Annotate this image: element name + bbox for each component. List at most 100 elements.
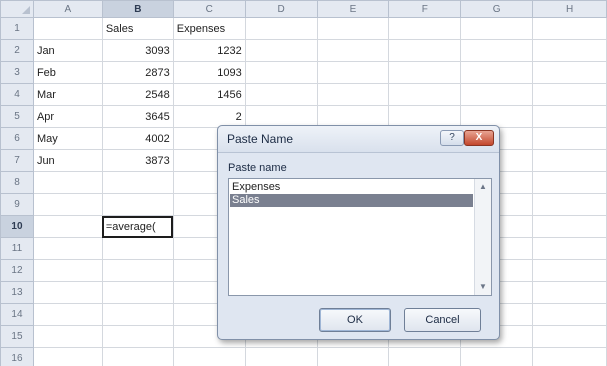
- cell-empty[interactable]: [532, 215, 607, 238]
- cell-a[interactable]: [32, 325, 103, 348]
- cell-a[interactable]: [32, 193, 103, 216]
- cell-a[interactable]: [32, 237, 103, 260]
- cell-empty[interactable]: [532, 83, 607, 106]
- list-item-expenses[interactable]: Expenses: [230, 181, 473, 194]
- cell-empty[interactable]: [244, 83, 318, 106]
- cell-a[interactable]: Feb: [32, 61, 103, 84]
- row-header[interactable]: 13: [0, 281, 34, 304]
- cell-empty[interactable]: [244, 347, 318, 366]
- cell-empty[interactable]: [244, 17, 318, 40]
- cell-b[interactable]: [101, 193, 174, 216]
- row-header[interactable]: 3: [0, 61, 34, 84]
- cell-a[interactable]: [32, 215, 103, 238]
- cell-empty[interactable]: [532, 347, 607, 366]
- row-header[interactable]: 5: [0, 105, 34, 128]
- cell-b[interactable]: 4002: [101, 127, 174, 150]
- row-header[interactable]: 6: [0, 127, 34, 150]
- cell-a[interactable]: [32, 259, 103, 282]
- cell-empty[interactable]: [460, 61, 534, 84]
- list-scrollbar[interactable]: ▲ ▼: [474, 179, 491, 295]
- cell-b[interactable]: [101, 303, 174, 326]
- cell-b[interactable]: 2548: [101, 83, 174, 106]
- cell-a[interactable]: [32, 17, 103, 40]
- row-header[interactable]: 15: [0, 325, 34, 348]
- cell-a[interactable]: Mar: [32, 83, 103, 106]
- cell-empty[interactable]: [460, 17, 534, 40]
- row-header[interactable]: 12: [0, 259, 34, 282]
- cell-empty[interactable]: [532, 17, 607, 40]
- row-header[interactable]: 9: [0, 193, 34, 216]
- cell-empty[interactable]: [388, 17, 462, 40]
- cell-empty[interactable]: [460, 83, 534, 106]
- row-header[interactable]: 1: [0, 17, 34, 40]
- name-listbox[interactable]: Expenses Sales ▲ ▼: [228, 178, 492, 296]
- close-button[interactable]: X: [464, 130, 494, 146]
- row-header[interactable]: 8: [0, 171, 34, 194]
- row-header[interactable]: 7: [0, 149, 34, 172]
- cell-a[interactable]: [32, 303, 103, 326]
- cell-empty[interactable]: [244, 61, 318, 84]
- cell-empty[interactable]: [388, 61, 462, 84]
- cell-empty[interactable]: [316, 61, 390, 84]
- cell-b[interactable]: [101, 171, 174, 194]
- cell-empty[interactable]: [532, 149, 607, 172]
- cell-a[interactable]: Jun: [32, 149, 103, 172]
- cell-empty[interactable]: [388, 39, 462, 62]
- row-header[interactable]: 14: [0, 303, 34, 326]
- column-header-g[interactable]: G: [460, 0, 534, 18]
- row-header[interactable]: 10: [0, 215, 34, 238]
- select-all-button[interactable]: [0, 0, 34, 18]
- dialog-titlebar[interactable]: Paste Name ? X: [218, 126, 499, 153]
- cell-empty[interactable]: [316, 39, 390, 62]
- row-header[interactable]: 2: [0, 39, 34, 62]
- cell-b[interactable]: 3645: [101, 105, 174, 128]
- cell-empty[interactable]: [532, 193, 607, 216]
- row-header[interactable]: 4: [0, 83, 34, 106]
- cell-empty[interactable]: [460, 347, 534, 366]
- cell-empty[interactable]: [532, 39, 607, 62]
- column-header-f[interactable]: F: [388, 0, 462, 18]
- cell-b[interactable]: Sales: [101, 17, 174, 40]
- column-header-a[interactable]: A: [32, 0, 103, 18]
- cell-empty[interactable]: [388, 83, 462, 106]
- cell-b[interactable]: 2873: [101, 61, 174, 84]
- cell-empty[interactable]: [388, 347, 462, 366]
- cell-c[interactable]: [172, 347, 246, 366]
- cell-empty[interactable]: [316, 17, 390, 40]
- cell-empty[interactable]: [532, 281, 607, 304]
- column-header-h[interactable]: H: [532, 0, 607, 18]
- cancel-button[interactable]: Cancel: [404, 308, 481, 332]
- scroll-down-icon[interactable]: ▼: [475, 279, 491, 295]
- cell-b[interactable]: [101, 259, 174, 282]
- cell-empty[interactable]: [532, 237, 607, 260]
- cell-c[interactable]: 1093: [172, 61, 246, 84]
- cell-a[interactable]: [32, 281, 103, 304]
- column-header-c[interactable]: C: [172, 0, 246, 18]
- cell-a[interactable]: [32, 347, 103, 366]
- cell-empty[interactable]: [532, 325, 607, 348]
- cell-empty[interactable]: [316, 347, 390, 366]
- cell-a[interactable]: Apr: [32, 105, 103, 128]
- cell-empty[interactable]: [532, 105, 607, 128]
- cell-empty[interactable]: [460, 39, 534, 62]
- ok-button[interactable]: OK: [319, 308, 391, 332]
- row-header[interactable]: 11: [0, 237, 34, 260]
- cell-c[interactable]: Expenses: [172, 17, 246, 40]
- cell-a[interactable]: [32, 171, 103, 194]
- cell-empty[interactable]: [244, 39, 318, 62]
- scroll-up-icon[interactable]: ▲: [475, 179, 491, 195]
- cell-c[interactable]: 1456: [172, 83, 246, 106]
- cell-b[interactable]: [101, 281, 174, 304]
- column-header-d[interactable]: D: [244, 0, 318, 18]
- cell-b[interactable]: 3873: [101, 149, 174, 172]
- row-header[interactable]: 16: [0, 347, 34, 366]
- cell-empty[interactable]: [532, 61, 607, 84]
- cell-empty[interactable]: [532, 259, 607, 282]
- cell-empty[interactable]: [316, 83, 390, 106]
- cell-empty[interactable]: [532, 127, 607, 150]
- cell-b[interactable]: [101, 347, 174, 366]
- cell-b[interactable]: [101, 325, 174, 348]
- list-item-sales[interactable]: Sales: [230, 194, 473, 207]
- help-button[interactable]: ?: [440, 130, 464, 146]
- column-header-b[interactable]: B: [101, 0, 174, 18]
